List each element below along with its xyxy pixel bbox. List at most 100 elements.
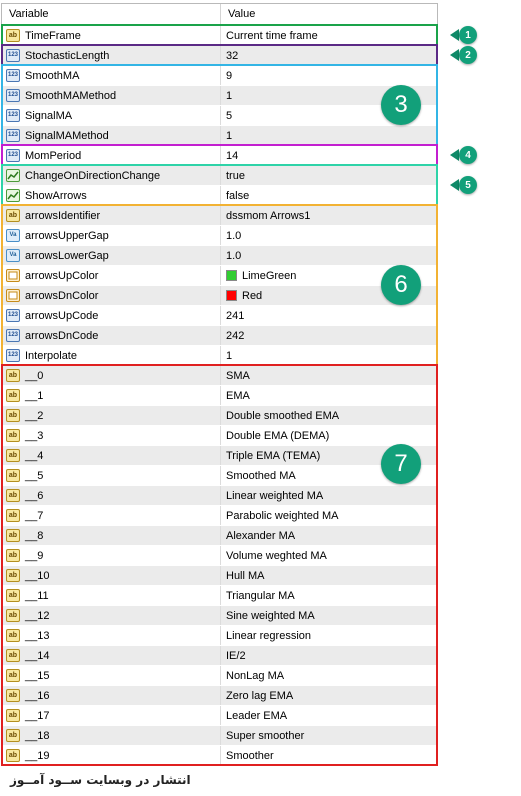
table-row[interactable]: ShowArrows false (2, 185, 437, 205)
variable-cell[interactable]: ab __0 (2, 366, 221, 385)
table-row[interactable]: ab __6 Linear weighted MA (2, 485, 437, 505)
variable-cell[interactable]: ab __10 (2, 566, 221, 585)
value-cell[interactable]: Sine weighted MA (221, 606, 437, 625)
value-cell[interactable]: Alexander MA (221, 526, 437, 545)
table-row[interactable]: ab __0 SMA (2, 365, 437, 385)
table-row[interactable]: ab __17 Leader EMA (2, 705, 437, 725)
value-cell[interactable]: Double smoothed EMA (221, 406, 437, 425)
variable-cell[interactable]: 123 SignalMA (2, 106, 221, 125)
variable-cell[interactable]: 123 arrowsDnCode (2, 326, 221, 345)
value-cell[interactable]: dssmom Arrows1 (221, 206, 437, 225)
table-row[interactable]: ab __12 Sine weighted MA (2, 605, 437, 625)
variable-cell[interactable]: ab __14 (2, 646, 221, 665)
table-row[interactable]: ab __8 Alexander MA (2, 525, 437, 545)
variable-cell[interactable]: 123 SmoothMAMethod (2, 86, 221, 105)
value-cell[interactable]: Double EMA (DEMA) (221, 426, 437, 445)
variable-cell[interactable]: Va arrowsLowerGap (2, 246, 221, 265)
value-cell[interactable]: Parabolic weighted MA (221, 506, 437, 525)
value-cell[interactable]: Leader EMA (221, 706, 437, 725)
variable-cell[interactable]: ab __17 (2, 706, 221, 725)
table-row[interactable]: 123 arrowsUpCode 241 (2, 305, 437, 325)
variable-cell[interactable]: ab __7 (2, 506, 221, 525)
value-cell[interactable]: Zero lag EMA (221, 686, 437, 705)
table-row[interactable]: ab __1 EMA (2, 385, 437, 405)
table-row[interactable]: ab TimeFrame Current time frame (2, 25, 437, 45)
table-row[interactable]: 123 SignalMA 5 (2, 105, 437, 125)
table-row[interactable]: ab __3 Double EMA (DEMA) (2, 425, 437, 445)
variable-cell[interactable]: ab __19 (2, 746, 221, 765)
table-row[interactable]: ab __5 Smoothed MA (2, 465, 437, 485)
value-cell[interactable]: 14 (221, 146, 437, 165)
variable-cell[interactable]: ChangeOnDirectionChange (2, 166, 221, 185)
table-row[interactable]: arrowsDnColor Red (2, 285, 437, 305)
variable-cell[interactable]: ab __5 (2, 466, 221, 485)
table-row[interactable]: ab arrowsIdentifier dssmom Arrows1 (2, 205, 437, 225)
variable-cell[interactable]: ab __13 (2, 626, 221, 645)
variable-cell[interactable]: ab __4 (2, 446, 221, 465)
table-row[interactable]: ab __10 Hull MA (2, 565, 437, 585)
value-cell[interactable]: 32 (221, 46, 437, 65)
table-row[interactable]: ab __15 NonLag MA (2, 665, 437, 685)
variable-cell[interactable]: ab __3 (2, 426, 221, 445)
variable-cell[interactable]: ab __18 (2, 726, 221, 745)
value-cell[interactable]: NonLag MA (221, 666, 437, 685)
value-cell[interactable]: Linear weighted MA (221, 486, 437, 505)
value-cell[interactable]: Hull MA (221, 566, 437, 585)
value-cell[interactable]: 1.0 (221, 246, 437, 265)
table-row[interactable]: ab __14 IE/2 (2, 645, 437, 665)
variable-cell[interactable]: Va arrowsUpperGap (2, 226, 221, 245)
value-cell[interactable]: 9 (221, 66, 437, 85)
table-row[interactable]: 123 MomPeriod 14 (2, 145, 437, 165)
value-cell[interactable]: 241 (221, 306, 437, 325)
variable-cell[interactable]: 123 Interpolate (2, 346, 221, 365)
variable-cell[interactable]: 123 arrowsUpCode (2, 306, 221, 325)
table-row[interactable]: arrowsUpColor LimeGreen (2, 265, 437, 285)
value-cell[interactable]: Linear regression (221, 626, 437, 645)
value-cell[interactable]: EMA (221, 386, 437, 405)
table-row[interactable]: ab __18 Super smoother (2, 725, 437, 745)
variable-cell[interactable]: 123 MomPeriod (2, 146, 221, 165)
table-row[interactable]: 123 SignalMAMethod 1 (2, 125, 437, 145)
table-row[interactable]: Va arrowsLowerGap 1.0 (2, 245, 437, 265)
table-row[interactable]: ab __2 Double smoothed EMA (2, 405, 437, 425)
table-row[interactable]: ab __7 Parabolic weighted MA (2, 505, 437, 525)
variable-cell[interactable]: ab __1 (2, 386, 221, 405)
variable-cell[interactable]: ab __2 (2, 406, 221, 425)
value-cell[interactable]: 1 (221, 126, 437, 145)
value-cell[interactable]: Super smoother (221, 726, 437, 745)
variable-cell[interactable]: arrowsUpColor (2, 266, 221, 285)
table-row[interactable]: ab __4 Triple EMA (TEMA) (2, 445, 437, 465)
value-cell[interactable]: true (221, 166, 437, 185)
table-row[interactable]: 123 arrowsDnCode 242 (2, 325, 437, 345)
value-cell[interactable]: 1 (221, 346, 437, 365)
variable-cell[interactable]: arrowsDnColor (2, 286, 221, 305)
table-row[interactable]: ab __16 Zero lag EMA (2, 685, 437, 705)
value-cell[interactable]: 1.0 (221, 226, 437, 245)
value-cell[interactable]: false (221, 186, 437, 205)
variable-cell[interactable]: ab __12 (2, 606, 221, 625)
value-cell[interactable]: Smoother (221, 746, 437, 765)
variable-cell[interactable]: ab __9 (2, 546, 221, 565)
variable-cell[interactable]: ab __15 (2, 666, 221, 685)
variable-cell[interactable]: ab TimeFrame (2, 26, 221, 45)
variable-cell[interactable]: ShowArrows (2, 186, 221, 205)
variable-cell[interactable]: ab __8 (2, 526, 221, 545)
table-row[interactable]: ab __19 Smoother (2, 745, 437, 765)
variable-cell[interactable]: ab __16 (2, 686, 221, 705)
value-cell[interactable]: SMA (221, 366, 437, 385)
table-row[interactable]: 123 StochasticLength 32 (2, 45, 437, 65)
table-row[interactable]: 123 SmoothMAMethod 1 (2, 85, 437, 105)
variable-cell[interactable]: ab __11 (2, 586, 221, 605)
value-cell[interactable]: Current time frame (221, 26, 437, 45)
value-cell[interactable]: 242 (221, 326, 437, 345)
variable-cell[interactable]: ab __6 (2, 486, 221, 505)
table-row[interactable]: 123 SmoothMA 9 (2, 65, 437, 85)
value-cell[interactable]: Triangular MA (221, 586, 437, 605)
table-row[interactable]: ab __11 Triangular MA (2, 585, 437, 605)
value-cell[interactable]: Volume weghted MA (221, 546, 437, 565)
header-value[interactable]: Value (221, 4, 255, 24)
header-variable[interactable]: Variable (2, 4, 221, 24)
variable-cell[interactable]: 123 SignalMAMethod (2, 126, 221, 145)
table-row[interactable]: ChangeOnDirectionChange true (2, 165, 437, 185)
variable-cell[interactable]: 123 StochasticLength (2, 46, 221, 65)
